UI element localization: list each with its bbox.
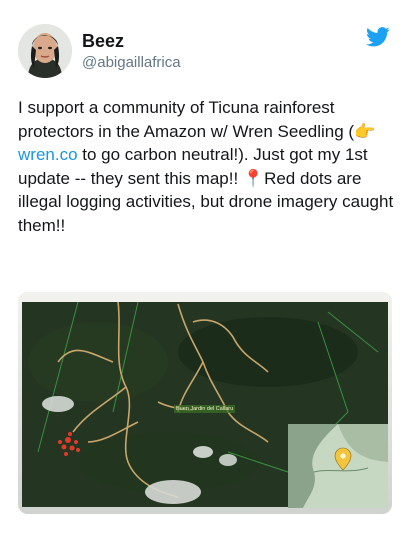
inset-map (288, 424, 388, 508)
pushpin-emoji: 📍 (242, 168, 265, 188)
avatar-illustration (18, 24, 72, 78)
map-place-label: Buen Jardin del Callaru (174, 405, 236, 413)
tweet-text-part1: I support a community of Ticuna rainfore… (18, 98, 355, 141)
tweet-card: Beez @abigaillafrica I support a communi… (0, 0, 410, 538)
map-photo[interactable]: Buen Jardin del Callaru (18, 292, 392, 514)
author-name[interactable]: Beez (82, 31, 124, 52)
wren-link[interactable]: wren.co (18, 145, 78, 164)
avatar[interactable] (18, 24, 72, 78)
pointing-hand-emoji: 👉 (354, 121, 376, 141)
author-handle[interactable]: @abigaillafrica (82, 54, 181, 71)
twitter-bird-icon[interactable] (366, 26, 390, 48)
satellite-map-image (18, 292, 392, 514)
tweet-text: I support a community of Ticuna rainfore… (18, 96, 398, 237)
